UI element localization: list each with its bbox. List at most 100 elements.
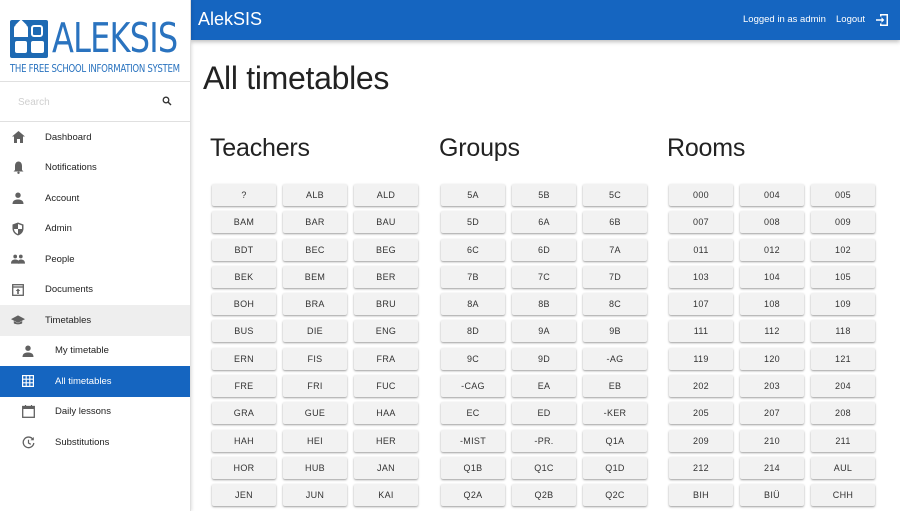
sidebar-item-timetables[interactable]: Timetables <box>0 305 190 336</box>
teacher-timetable-button[interactable]: HOR <box>212 456 276 479</box>
teacher-timetable-button[interactable]: BER <box>354 265 418 288</box>
sidebar-item-substitutions[interactable]: Substitutions <box>0 427 190 458</box>
teacher-timetable-button[interactable]: ALB <box>283 184 347 206</box>
teacher-timetable-button[interactable]: BEC <box>283 238 347 261</box>
room-timetable-button[interactable]: 004 <box>740 184 804 206</box>
teacher-timetable-button[interactable]: BEK <box>212 265 276 288</box>
sidebar-item-people[interactable]: People <box>0 244 190 275</box>
teacher-timetable-button[interactable]: BEM <box>283 265 347 288</box>
search-icon[interactable] <box>162 96 172 106</box>
group-timetable-button[interactable]: Q1C <box>512 456 576 479</box>
teacher-timetable-button[interactable]: FRE <box>212 375 276 398</box>
teacher-timetable-button[interactable]: BAM <box>212 211 276 234</box>
group-timetable-button[interactable]: EB <box>583 375 647 398</box>
sidebar-item-my-timetable[interactable]: My timetable <box>0 336 190 367</box>
room-timetable-button[interactable]: 102 <box>811 238 875 261</box>
group-timetable-button[interactable]: -CAG <box>441 375 505 398</box>
sidebar-item-all-timetables[interactable]: All timetables <box>0 366 190 397</box>
room-timetable-button[interactable]: CHH <box>811 484 875 507</box>
group-timetable-button[interactable]: Q1B <box>441 456 505 479</box>
group-timetable-button[interactable]: 9D <box>512 347 576 370</box>
group-timetable-button[interactable]: -PR. <box>512 429 576 452</box>
teacher-timetable-button[interactable]: HER <box>354 429 418 452</box>
room-timetable-button[interactable]: 008 <box>740 211 804 234</box>
room-timetable-button[interactable]: 210 <box>740 429 804 452</box>
room-timetable-button[interactable]: BIH <box>669 484 733 507</box>
group-timetable-button[interactable]: -AG <box>583 347 647 370</box>
room-timetable-button[interactable]: 107 <box>669 293 733 316</box>
group-timetable-button[interactable]: 7C <box>512 265 576 288</box>
group-timetable-button[interactable]: 8C <box>583 293 647 316</box>
group-timetable-button[interactable]: 9B <box>583 320 647 343</box>
group-timetable-button[interactable]: Q1A <box>583 429 647 452</box>
group-timetable-button[interactable]: 6D <box>512 238 576 261</box>
room-timetable-button[interactable]: 012 <box>740 238 804 261</box>
teacher-timetable-button[interactable]: BEG <box>354 238 418 261</box>
teacher-timetable-button[interactable]: KAI <box>354 484 418 507</box>
logout-icon[interactable] <box>875 13 889 27</box>
room-timetable-button[interactable]: 212 <box>669 456 733 479</box>
group-timetable-button[interactable]: 5C <box>583 184 647 206</box>
teacher-timetable-button[interactable]: GRA <box>212 402 276 425</box>
search-input[interactable] <box>18 92 148 112</box>
room-timetable-button[interactable]: 109 <box>811 293 875 316</box>
group-timetable-button[interactable]: -KER <box>583 402 647 425</box>
teacher-timetable-button[interactable]: HAA <box>354 402 418 425</box>
teacher-timetable-button[interactable]: BAU <box>354 211 418 234</box>
group-timetable-button[interactable]: 5A <box>441 184 505 206</box>
group-timetable-button[interactable]: EA <box>512 375 576 398</box>
group-timetable-button[interactable]: -MIST <box>441 429 505 452</box>
room-timetable-button[interactable]: 208 <box>811 402 875 425</box>
room-timetable-button[interactable]: 000 <box>669 184 733 206</box>
group-timetable-button[interactable]: Q2A <box>441 484 505 507</box>
group-timetable-button[interactable]: 6A <box>512 211 576 234</box>
group-timetable-button[interactable]: 8D <box>441 320 505 343</box>
group-timetable-button[interactable]: 8B <box>512 293 576 316</box>
room-timetable-button[interactable]: 108 <box>740 293 804 316</box>
teacher-timetable-button[interactable]: HEI <box>283 429 347 452</box>
room-timetable-button[interactable]: 119 <box>669 347 733 370</box>
sidebar-item-documents[interactable]: Documents <box>0 275 190 306</box>
sidebar-item-daily-lessons[interactable]: Daily lessons <box>0 397 190 428</box>
teacher-timetable-button[interactable]: FRI <box>283 375 347 398</box>
room-timetable-button[interactable]: 214 <box>740 456 804 479</box>
room-timetable-button[interactable]: 103 <box>669 265 733 288</box>
room-timetable-button[interactable]: 207 <box>740 402 804 425</box>
teacher-timetable-button[interactable]: ALD <box>354 184 418 206</box>
teacher-timetable-button[interactable]: BOH <box>212 293 276 316</box>
room-timetable-button[interactable]: 112 <box>740 320 804 343</box>
teacher-timetable-button[interactable]: BUS <box>212 320 276 343</box>
group-timetable-button[interactable]: ED <box>512 402 576 425</box>
group-timetable-button[interactable]: Q2C <box>583 484 647 507</box>
teacher-timetable-button[interactable]: JUN <box>283 484 347 507</box>
group-timetable-button[interactable]: 6C <box>441 238 505 261</box>
teacher-timetable-button[interactable]: BDT <box>212 238 276 261</box>
teacher-timetable-button[interactable]: JAN <box>354 456 418 479</box>
teacher-timetable-button[interactable]: ERN <box>212 347 276 370</box>
brand-title[interactable]: AlekSIS <box>198 9 262 30</box>
room-timetable-button[interactable]: 104 <box>740 265 804 288</box>
sidebar-item-account[interactable]: Account <box>0 183 190 214</box>
room-timetable-button[interactable]: 007 <box>669 211 733 234</box>
logo[interactable]: ALEKSIS THE FREE SCHOOL INFORMATION SYST… <box>0 0 190 82</box>
room-timetable-button[interactable]: 209 <box>669 429 733 452</box>
group-timetable-button[interactable]: EC <box>441 402 505 425</box>
group-timetable-button[interactable]: 7A <box>583 238 647 261</box>
teacher-timetable-button[interactable]: BRA <box>283 293 347 316</box>
room-timetable-button[interactable]: 105 <box>811 265 875 288</box>
teacher-timetable-button[interactable]: HUB <box>283 456 347 479</box>
teacher-timetable-button[interactable]: ENG <box>354 320 418 343</box>
room-timetable-button[interactable]: AUL <box>811 456 875 479</box>
room-timetable-button[interactable]: 011 <box>669 238 733 261</box>
room-timetable-button[interactable]: BIÜ <box>740 484 804 507</box>
teacher-timetable-button[interactable]: FUC <box>354 375 418 398</box>
teacher-timetable-button[interactable]: FRA <box>354 347 418 370</box>
group-timetable-button[interactable]: 7D <box>583 265 647 288</box>
teacher-timetable-button[interactable]: FIS <box>283 347 347 370</box>
logout-link[interactable]: Logout <box>836 14 865 25</box>
room-timetable-button[interactable]: 121 <box>811 347 875 370</box>
group-timetable-button[interactable]: 5B <box>512 184 576 206</box>
teacher-timetable-button[interactable]: JEN <box>212 484 276 507</box>
teacher-timetable-button[interactable]: GUE <box>283 402 347 425</box>
room-timetable-button[interactable]: 111 <box>669 320 733 343</box>
